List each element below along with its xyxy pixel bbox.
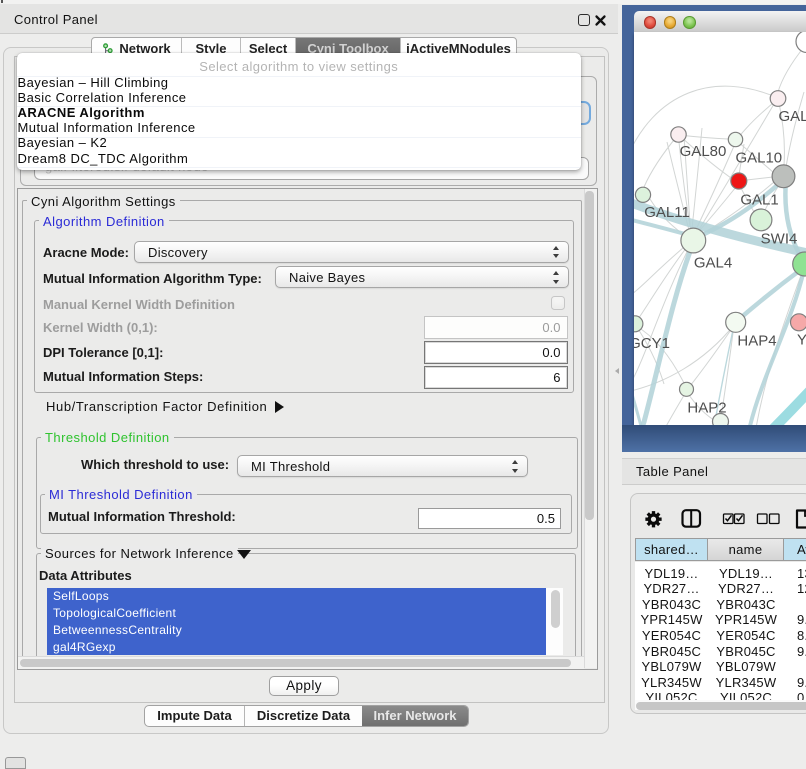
svg-text:GCY1: GCY1 [634,335,670,352]
svg-text:HAP4: HAP4 [737,333,776,350]
svg-text:YJR: YJR [797,332,806,349]
svg-text:GAL80: GAL80 [680,143,727,160]
svg-text:GAL11: GAL11 [644,204,690,221]
svg-text:GAL4: GAL4 [694,255,732,272]
svg-text:SWI4: SWI4 [761,231,798,248]
svg-text:GAL1: GAL1 [740,192,778,209]
svg-text:GAL10: GAL10 [735,150,782,167]
svg-text:GAL7: GAL7 [779,108,806,125]
svg-text:HAP2: HAP2 [687,400,726,417]
